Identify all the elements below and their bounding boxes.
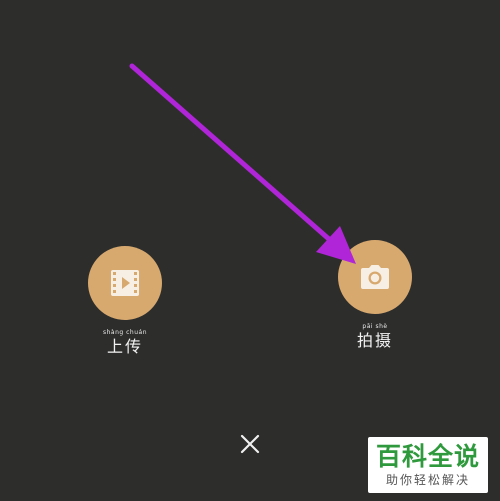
camera-icon [361, 265, 389, 289]
shoot-circle[interactable] [338, 240, 412, 314]
upload-button[interactable]: shàng chuán 上传 [80, 246, 170, 355]
upload-or-shoot-sheet: shàng chuán 上传 pāi shè 拍摄 百科全说 助你轻松解决 [0, 0, 500, 501]
video-file-icon [111, 270, 139, 296]
shoot-button[interactable]: pāi shè 拍摄 [330, 240, 420, 349]
watermark-subtitle: 助你轻松解决 [385, 473, 470, 487]
upload-label: shàng chuán 上传 [103, 330, 147, 355]
watermark-logo: 百科全说 助你轻松解决 [368, 437, 488, 493]
pointer-arrow-icon [129, 63, 356, 264]
shoot-label: pāi shè 拍摄 [357, 324, 393, 349]
close-icon[interactable] [236, 430, 264, 458]
upload-text: 上传 [106, 337, 143, 356]
watermark-title: 百科全说 [375, 442, 480, 471]
upload-circle[interactable] [88, 246, 162, 320]
shoot-text: 拍摄 [356, 331, 393, 350]
